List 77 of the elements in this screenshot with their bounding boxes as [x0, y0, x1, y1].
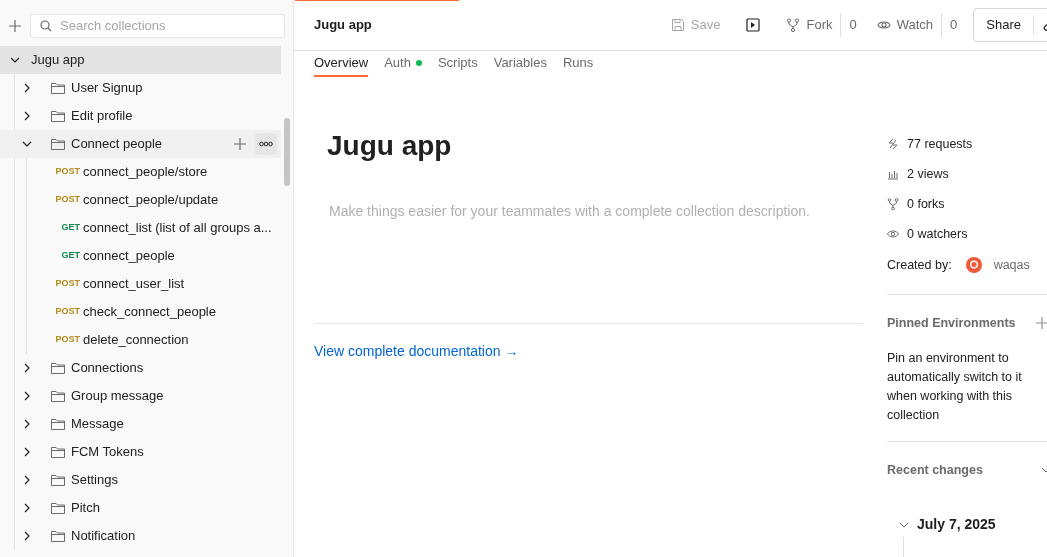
stat-label: 77 requests [907, 135, 973, 153]
request-name[interactable]: connect_user_list [83, 274, 185, 294]
folder-icon [51, 502, 65, 514]
folder-name[interactable]: FCM Tokens [71, 442, 144, 462]
count-label: 0 [941, 13, 958, 37]
search-icon [40, 19, 52, 32]
folder-icon [51, 82, 65, 94]
request-name[interactable]: check_connect_people [83, 302, 216, 322]
search-field[interactable]: Search collections [30, 13, 285, 38]
more-icon [259, 141, 273, 147]
bar-chart-icon [887, 168, 899, 180]
method-label: GET [60, 221, 80, 235]
folder-name[interactable]: User Signup [71, 78, 143, 98]
plus-icon [1036, 317, 1047, 329]
section-title: Pinned Environments [887, 314, 1016, 332]
eye-icon [876, 18, 891, 32]
request-name[interactable]: connect_people [83, 246, 175, 266]
folder-icon [51, 446, 65, 458]
folder-name[interactable]: Settings [71, 470, 118, 490]
method-label: POST [54, 193, 80, 207]
date-heading: July 7, 2025 [917, 515, 996, 534]
scrollbar-thumb[interactable] [284, 118, 290, 186]
documentation-link[interactable]: View complete documentation → [314, 340, 519, 362]
play-icon [746, 18, 761, 32]
method-label: POST [54, 277, 80, 291]
fork-icon [887, 198, 899, 210]
tab[interactable]: Runs [562, 51, 594, 77]
folder-name[interactable]: Group message [71, 386, 164, 406]
tab[interactable]: Variables [493, 51, 547, 77]
fork-icon [786, 18, 801, 32]
tab[interactable]: Overview [314, 51, 369, 77]
tab[interactable]: Auth [384, 51, 422, 77]
collection-heading: Jugu app [327, 129, 453, 163]
user-name[interactable]: waqas [993, 255, 1030, 275]
folder-name[interactable]: Pitch [71, 498, 100, 518]
method-label: GET [60, 249, 80, 263]
method-label: POST [54, 305, 80, 319]
folder-icon [51, 138, 65, 150]
arrows-icon [887, 138, 899, 150]
request-name[interactable]: connect_people/store [83, 162, 208, 182]
tab[interactable]: Scripts [437, 51, 478, 77]
folder-name[interactable]: Connect people [71, 134, 163, 154]
folder-name[interactable]: Notification [71, 526, 136, 546]
folder-icon [51, 418, 65, 430]
description-field[interactable]: Make things easier for your teammates with a complete collection description. [327, 199, 857, 279]
request-name[interactable]: delete_connection [83, 330, 189, 350]
request-name[interactable]: connect_people/update [83, 190, 219, 210]
more-button[interactable] [255, 133, 277, 155]
folder-icon [51, 530, 65, 542]
fork-button[interactable]: Fork [780, 11, 839, 39]
request-name[interactable]: connect_list (list of all groups a... [83, 218, 272, 238]
stat-label: 0 forks [907, 195, 945, 213]
pinned-environments-text: Pin an environment to automatically switch to it when working with this collection [887, 350, 1023, 424]
stat-label: 0 watchers [907, 225, 968, 243]
plus-icon [234, 138, 246, 150]
method-label: POST [54, 165, 80, 179]
section-title: Recent changes [887, 461, 983, 479]
stat-label: 2 views [907, 165, 949, 183]
folder-icon [51, 110, 65, 122]
folder-icon [51, 362, 65, 374]
eye-icon [887, 228, 899, 240]
tree-row[interactable]: Connect people [0, 130, 281, 158]
folder-icon [51, 474, 65, 486]
folder-name[interactable]: Connections [71, 358, 144, 378]
avatar-icon [965, 257, 982, 273]
created-by-label: Created by: [887, 256, 952, 274]
watch-button[interactable]: Watch [870, 11, 940, 39]
folder-icon [51, 390, 65, 402]
collection-name[interactable]: Jugu app [31, 50, 85, 70]
folder-name[interactable]: Edit profile [71, 106, 133, 126]
tree-row[interactable]: Jugu app [0, 46, 281, 74]
count-label: 0 [840, 13, 857, 37]
method-label: POST [54, 333, 80, 347]
add-button[interactable] [8, 18, 22, 33]
save-icon [670, 18, 685, 32]
collection-title: Jugu app [314, 16, 372, 35]
folder-name[interactable]: Message [71, 414, 124, 434]
